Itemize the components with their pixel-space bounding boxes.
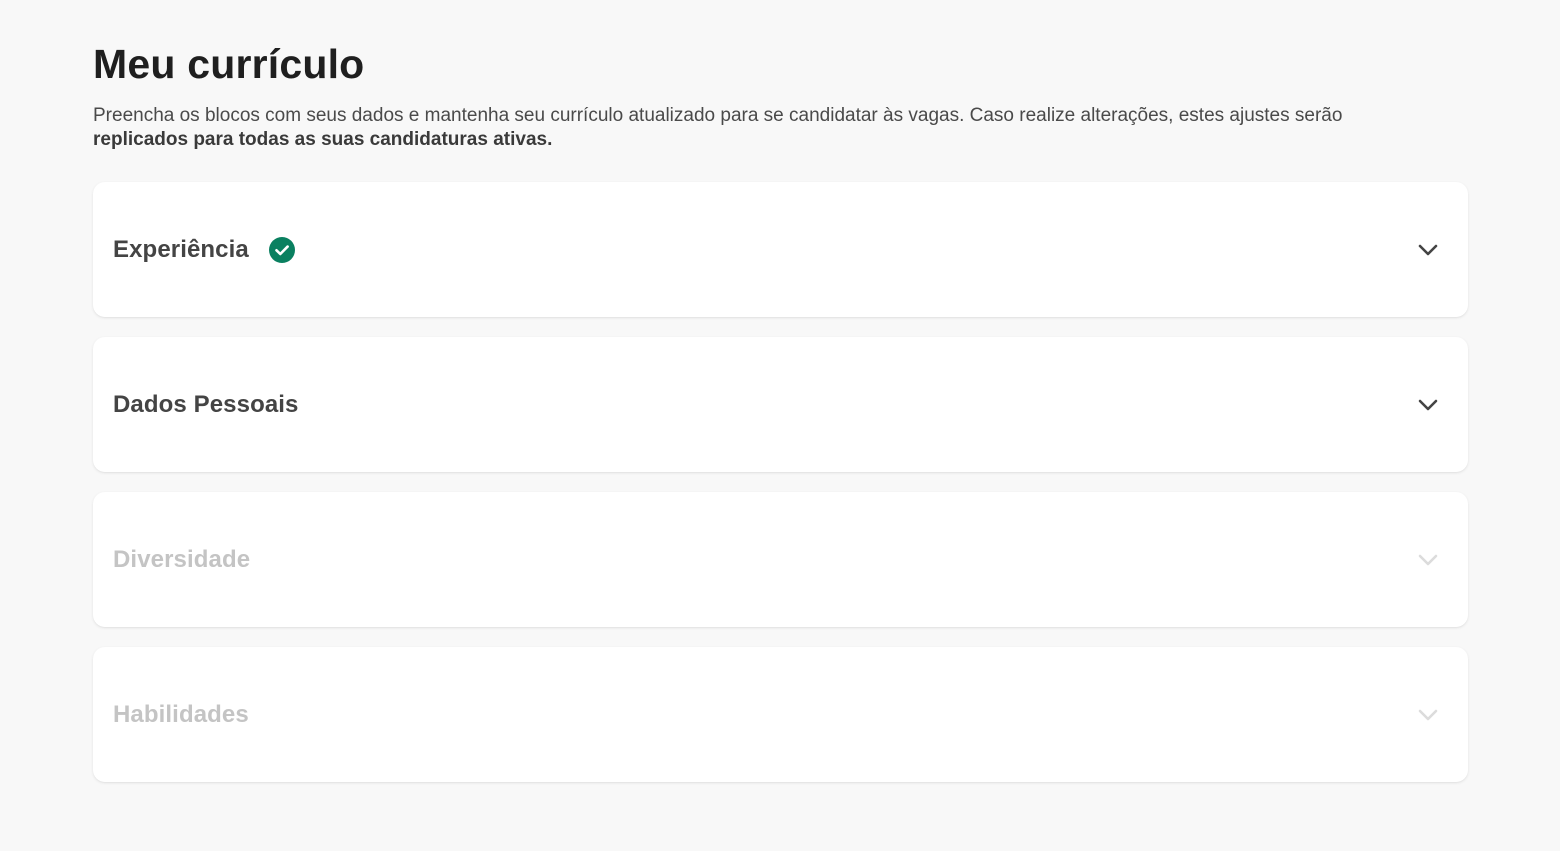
page-title: Meu currículo (93, 41, 365, 87)
section-title: Diversidade (113, 545, 251, 573)
check-circle-icon (268, 236, 295, 263)
section-experience[interactable]: Experiência (93, 182, 1468, 317)
description-emphasis: replicados para todas as suas candidatur… (93, 129, 553, 150)
section-personal-data[interactable]: Dados Pessoais (93, 337, 1468, 472)
section-skills: Habilidades (93, 647, 1468, 782)
section-title: Habilidades (113, 700, 249, 728)
chevron-down-icon[interactable] (1416, 393, 1440, 417)
resume-sections: Experiência Dados Pessoais Diversidade H… (93, 182, 1468, 802)
section-title: Dados Pessoais (113, 390, 299, 418)
chevron-down-icon (1416, 703, 1440, 727)
section-title: Experiência (113, 235, 249, 263)
chevron-down-icon (1416, 548, 1440, 572)
description-text: Preencha os blocos com seus dados e mant… (93, 105, 1343, 126)
chevron-down-icon[interactable] (1416, 238, 1440, 262)
page-description: Preencha os blocos com seus dados e mant… (93, 104, 1433, 152)
section-diversity: Diversidade (93, 492, 1468, 627)
